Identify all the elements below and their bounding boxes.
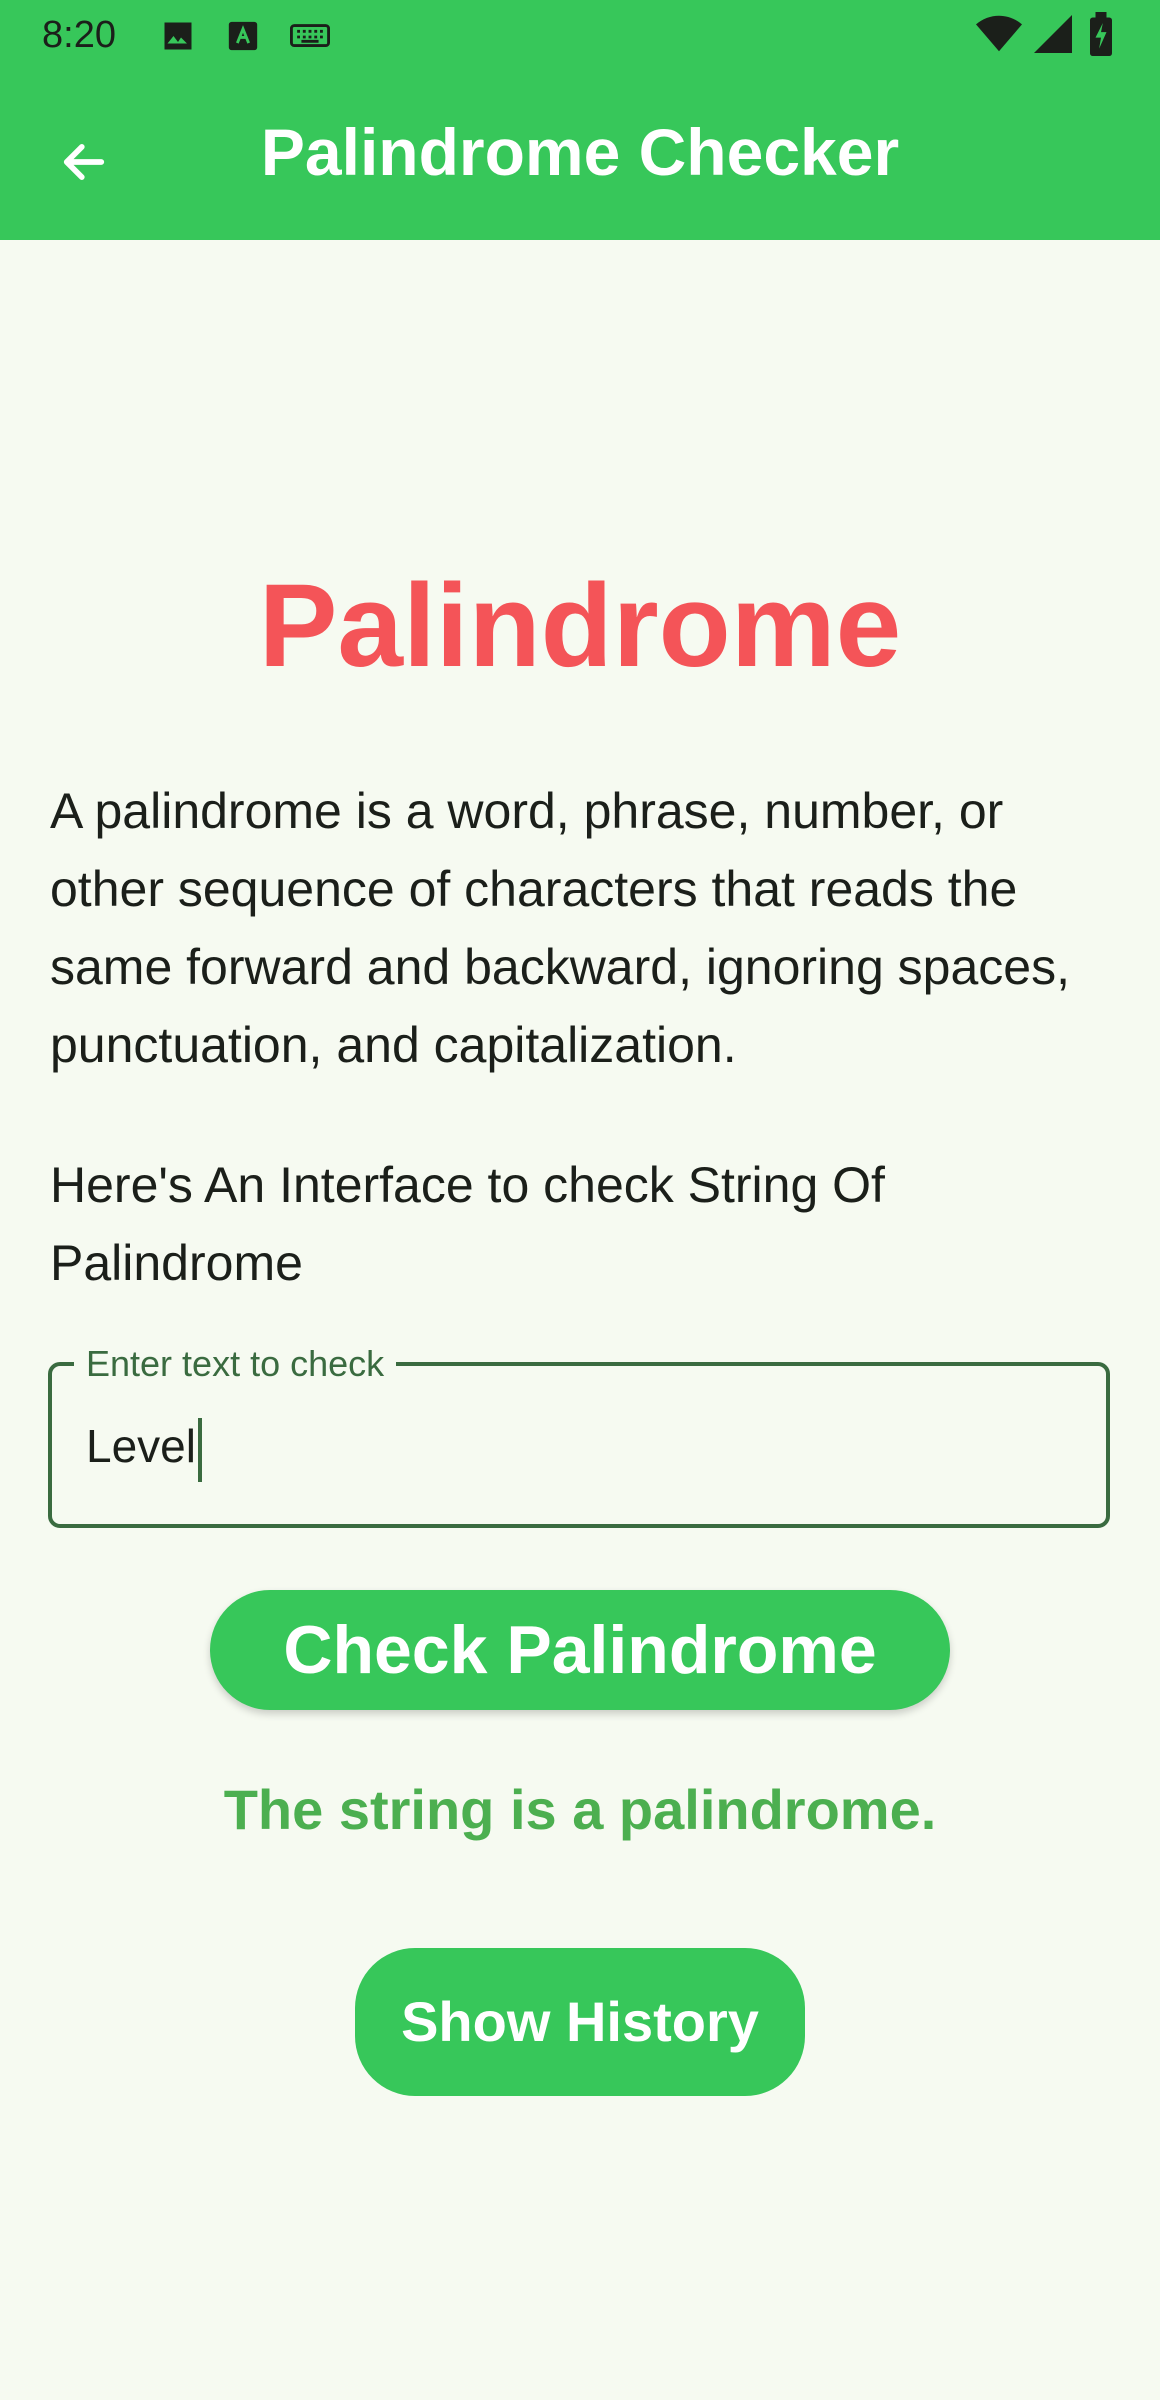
text-input-field[interactable]: Enter text to check Level (48, 1342, 1110, 1528)
signal-icon (1034, 14, 1072, 59)
text-input-label: Enter text to check (74, 1342, 397, 1386)
text-a-icon (226, 18, 260, 59)
text-caret (197, 1418, 202, 1482)
result-text: The string is a palindrome. (223, 1778, 937, 1841)
text-input-value[interactable]: Level (86, 1420, 196, 1472)
app-bar: Palindrome Checker (0, 72, 1160, 240)
description-text: A palindrome is a word, phrase, number, … (50, 783, 1070, 1073)
image-icon (160, 18, 196, 59)
text-input-value-wrap[interactable]: Level (86, 1418, 202, 1482)
show-history-button[interactable]: Show History (355, 1948, 805, 2096)
status-time: 8:20 (42, 14, 116, 56)
battery-icon (1088, 12, 1114, 61)
wifi-icon (976, 14, 1022, 59)
page-heading: Palindrome (258, 560, 902, 692)
keyboard-icon (290, 22, 330, 57)
check-palindrome-button[interactable]: Check Palindrome (210, 1590, 950, 1710)
status-bar: 8:20 (0, 0, 1160, 72)
app-title: Palindrome Checker (260, 115, 900, 189)
interface-text: Here's An Interface to check String Of P… (50, 1157, 885, 1291)
